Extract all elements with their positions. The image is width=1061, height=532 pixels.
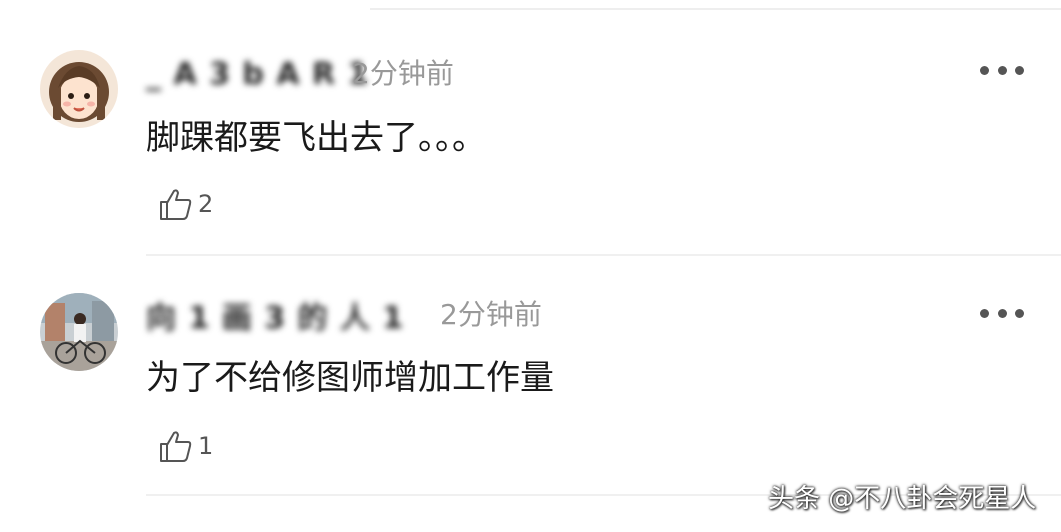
more-options-icon[interactable] (980, 306, 1024, 320)
comment-timestamp: 2分钟前 (352, 57, 454, 90)
cartoon-girl-avatar-icon[interactable] (40, 50, 118, 128)
comment-text: 脚踝都要飞出去了。。。 (146, 118, 486, 158)
watermark: 头条 @不八卦会死星人 (768, 484, 1037, 514)
like-button[interactable]: 2 (158, 186, 213, 222)
username[interactable]: _ A 3 b A R 1 (146, 56, 369, 92)
username[interactable]: 向 1 画 3 的 人 1 (146, 297, 404, 336)
like-button[interactable]: 1 (158, 428, 213, 464)
top-divider (370, 8, 1061, 10)
like-count: 2 (198, 190, 214, 218)
thumbs-up-icon (160, 431, 192, 462)
comment-divider (146, 254, 1061, 256)
more-options-icon[interactable] (980, 63, 1024, 77)
photo-cyclist-avatar-icon[interactable] (40, 293, 118, 371)
comment-timestamp: 2分钟前 (440, 298, 542, 331)
like-count: 1 (198, 432, 214, 460)
comment-text: 为了不给修图师增加工作量 (146, 358, 554, 398)
thumbs-up-icon (160, 189, 192, 220)
